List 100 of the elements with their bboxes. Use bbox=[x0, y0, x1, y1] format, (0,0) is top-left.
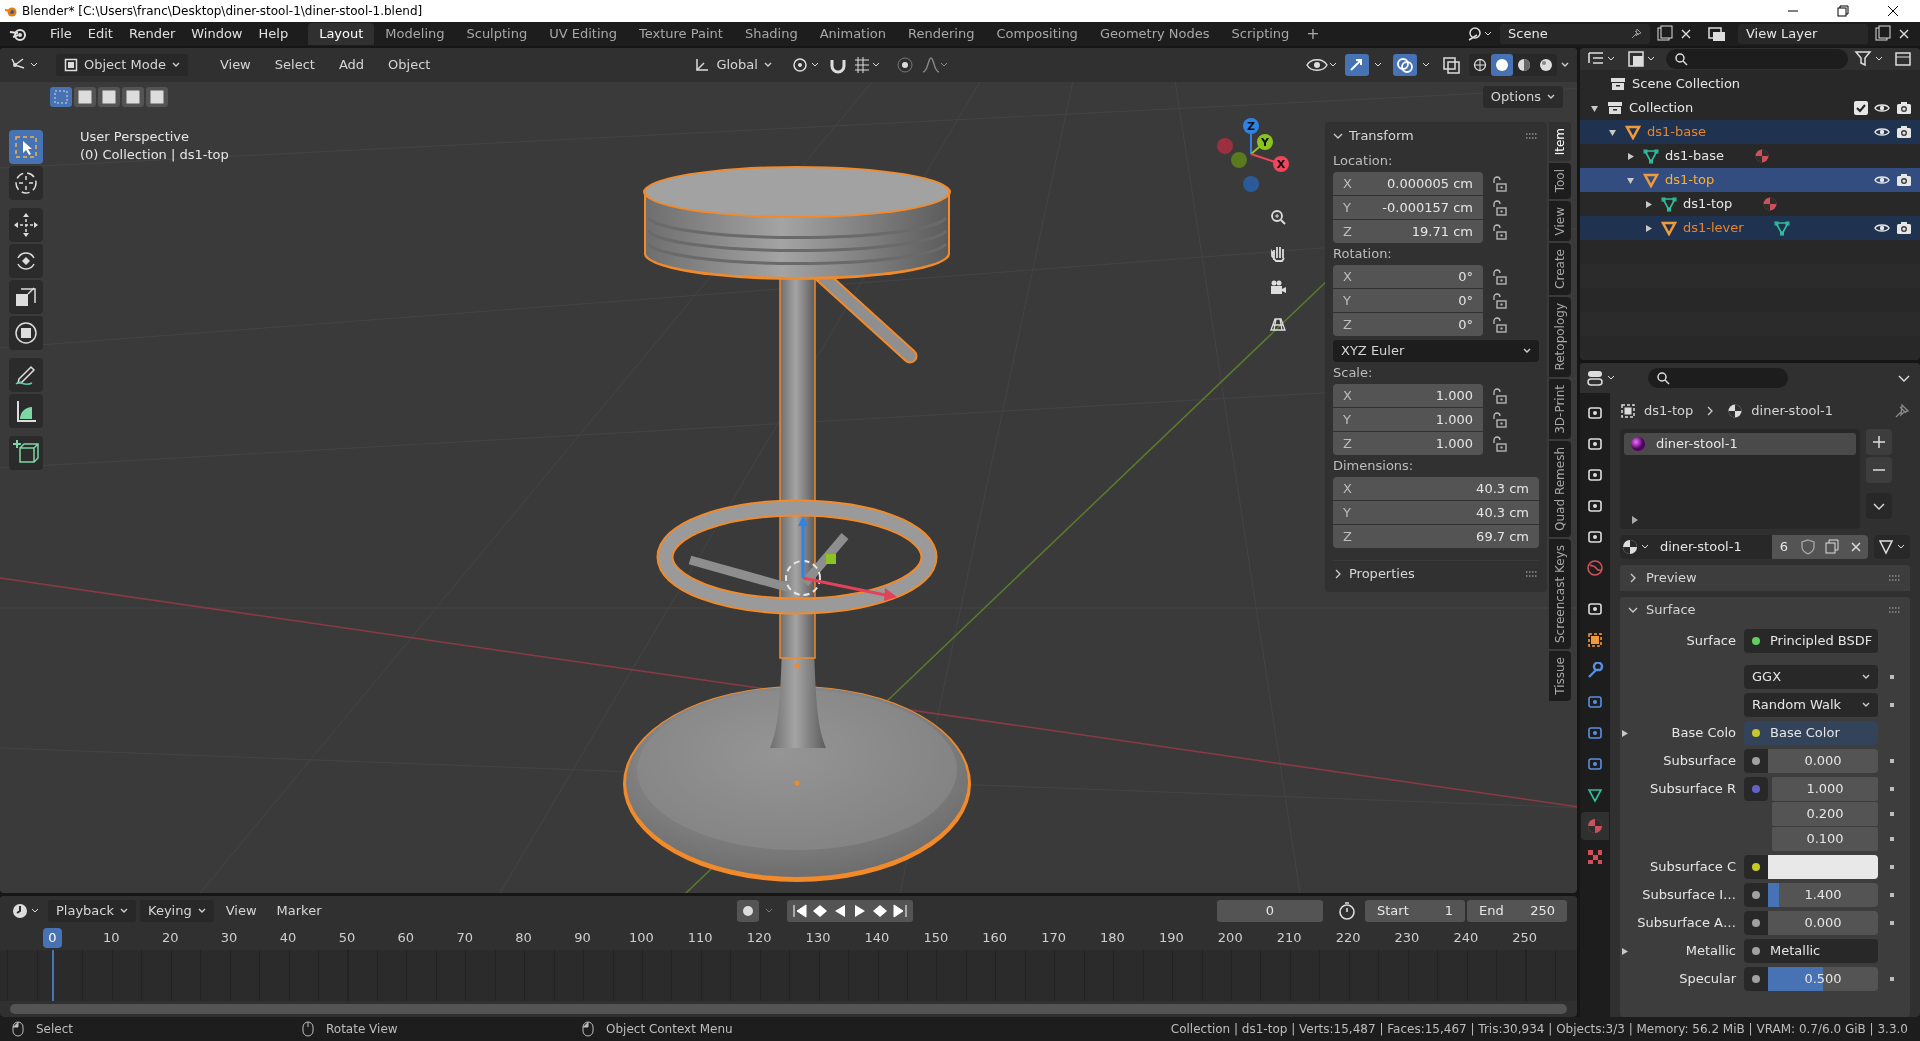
unlocked-padlock-icon[interactable] bbox=[1491, 387, 1507, 404]
number-field[interactable]: Z 19.71 cm bbox=[1333, 220, 1483, 243]
new-scene-icon[interactable] bbox=[1654, 24, 1676, 44]
number-field[interactable]: 0.000 bbox=[1768, 911, 1878, 935]
menu-item[interactable]: Help bbox=[250, 23, 297, 45]
scrollbar[interactable] bbox=[10, 1004, 1567, 1014]
new-layer-icon[interactable] bbox=[1872, 24, 1894, 44]
unlocked-padlock-icon[interactable] bbox=[1491, 268, 1507, 285]
current-frame-field[interactable]: 0 bbox=[1217, 900, 1323, 922]
sidebar-tab[interactable]: Retopology bbox=[1549, 297, 1571, 377]
number-field[interactable]: Y 1.000 bbox=[1333, 408, 1483, 431]
scene-field[interactable]: Scene bbox=[1500, 24, 1650, 44]
dropdown[interactable]: GGX bbox=[1744, 665, 1878, 689]
sidebar-tab[interactable]: Tissue bbox=[1549, 651, 1571, 702]
menu-dropdown[interactable]: Keying bbox=[140, 900, 214, 922]
add-slot-icon[interactable] bbox=[1866, 429, 1892, 455]
number-field[interactable]: X 40.3 cm bbox=[1333, 477, 1539, 500]
sidebar-tab[interactable]: Screencast Keys bbox=[1549, 539, 1571, 650]
object-mode-dropdown[interactable]: Object Mode bbox=[56, 54, 188, 76]
mesh-link-dropdown-icon[interactable] bbox=[1874, 535, 1910, 559]
tool-button[interactable] bbox=[9, 394, 43, 428]
number-field[interactable]: X 1.000 bbox=[1333, 384, 1483, 407]
sidebar-tab[interactable]: Quad Remesh bbox=[1549, 441, 1571, 538]
node-link-field[interactable]: Base Color bbox=[1744, 721, 1878, 745]
end-frame-field[interactable]: End 250 bbox=[1467, 900, 1567, 922]
eye-icon[interactable] bbox=[1874, 222, 1890, 234]
mesh-triangle-icon[interactable] bbox=[1661, 196, 1677, 212]
tree-item-label[interactable]: Scene Collection bbox=[1632, 74, 1741, 94]
unlocked-padlock-icon[interactable] bbox=[1491, 292, 1507, 309]
collapsed-triangle-icon[interactable] bbox=[1644, 223, 1653, 233]
selection-mode-button[interactable] bbox=[98, 87, 120, 107]
dropdown[interactable]: Random Walk bbox=[1744, 693, 1878, 717]
panel-header[interactable]: Transform bbox=[1333, 126, 1519, 146]
tool-button[interactable] bbox=[9, 166, 43, 200]
options-dropdown[interactable]: Options bbox=[1482, 86, 1563, 108]
tool-button[interactable] bbox=[9, 316, 43, 350]
collapsed-triangle-icon[interactable] bbox=[1626, 151, 1635, 161]
material-sphere-icon[interactable] bbox=[1754, 148, 1770, 164]
panel-header[interactable]: Properties bbox=[1333, 563, 1519, 584]
add-workspace-button[interactable]: + bbox=[1300, 22, 1326, 46]
eye-icon[interactable] bbox=[1874, 174, 1890, 186]
slider-field[interactable]: 1.400 bbox=[1768, 883, 1878, 907]
move-gizmo-drawing[interactable] bbox=[798, 516, 897, 601]
number-field[interactable]: Y -0.000157 cm bbox=[1333, 196, 1483, 219]
orientation-dropdown[interactable]: Global bbox=[688, 54, 778, 76]
material-sphere-icon[interactable] bbox=[1762, 196, 1779, 212]
jump-start-icon[interactable] bbox=[791, 902, 810, 920]
tool-button[interactable] bbox=[9, 358, 43, 392]
axis-ball[interactable]: Z bbox=[1243, 118, 1259, 134]
slider-field[interactable]: 0.500 bbox=[1768, 967, 1878, 991]
pin-icon[interactable] bbox=[1630, 28, 1642, 40]
tree-item-label[interactable]: ds1-base bbox=[1647, 122, 1706, 142]
menu-item[interactable]: View bbox=[209, 54, 261, 76]
tool-button[interactable] bbox=[9, 130, 43, 164]
selection-mode-button[interactable] bbox=[122, 87, 144, 107]
remove-slot-icon[interactable] bbox=[1866, 457, 1892, 483]
tree-item-label[interactable]: ds1-top bbox=[1683, 194, 1733, 214]
node-link-field[interactable]: Principled BSDF bbox=[1744, 629, 1878, 653]
tree-item-label[interactable]: ds1-lever bbox=[1683, 218, 1744, 238]
unlocked-padlock-icon[interactable] bbox=[1491, 411, 1507, 428]
number-field[interactable]: 0.200 bbox=[1772, 802, 1878, 826]
workspace-tab[interactable]: Sculpting bbox=[455, 23, 539, 45]
workspace-tab[interactable]: Geometry Nodes bbox=[1088, 23, 1221, 45]
material-selector[interactable]: diner-stool-1 6 bbox=[1620, 535, 1868, 559]
expanded-triangle-icon[interactable] bbox=[1626, 175, 1635, 185]
expanded-triangle-icon[interactable] bbox=[1590, 103, 1599, 113]
list-expand-triangle-icon[interactable] bbox=[1630, 515, 1640, 525]
tool-button[interactable] bbox=[9, 244, 43, 278]
collapsed-triangle-icon[interactable] bbox=[1620, 946, 1629, 956]
selection-mode-button[interactable] bbox=[146, 87, 168, 107]
rotation-mode-dropdown[interactable]: XYZ Euler bbox=[1333, 340, 1539, 362]
search-field[interactable] bbox=[1648, 368, 1788, 388]
eye-icon[interactable] bbox=[1874, 102, 1890, 114]
menu-dropdown[interactable]: Playback bbox=[48, 900, 136, 922]
unlocked-padlock-icon[interactable] bbox=[1491, 316, 1507, 333]
tree-item-label[interactable]: Collection bbox=[1629, 98, 1694, 118]
slot-menu-chevron-icon[interactable] bbox=[1866, 493, 1892, 519]
eye-icon[interactable] bbox=[1874, 126, 1890, 138]
number-field[interactable]: 0.000 bbox=[1768, 749, 1878, 773]
material-slot[interactable]: diner-stool-1 bbox=[1624, 433, 1856, 455]
menu-item[interactable]: Marker bbox=[268, 900, 330, 922]
collapsed-triangle-icon[interactable] bbox=[1644, 199, 1653, 209]
new-collection-icon[interactable] bbox=[1894, 49, 1914, 69]
camera-icon[interactable] bbox=[1896, 173, 1912, 187]
workspace-tab[interactable]: Modeling bbox=[374, 23, 456, 45]
number-field[interactable]: Y 0° bbox=[1333, 289, 1483, 312]
menu-item[interactable]: File bbox=[42, 23, 80, 45]
tree-item-label[interactable]: ds1-base bbox=[1665, 146, 1724, 166]
drag-handle-icon[interactable] bbox=[1525, 132, 1539, 140]
camera-icon[interactable] bbox=[1896, 101, 1912, 115]
number-field[interactable]: X 0° bbox=[1333, 265, 1483, 288]
workspace-tab[interactable]: Compositing bbox=[985, 23, 1089, 45]
workspace-tab[interactable]: Shading bbox=[733, 23, 809, 45]
tool-button[interactable] bbox=[9, 280, 43, 314]
number-field[interactable]: 0.100 bbox=[1772, 827, 1878, 851]
pin-icon[interactable] bbox=[1894, 403, 1910, 419]
unlink-icon[interactable] bbox=[1844, 535, 1868, 559]
workspace-tab[interactable]: UV Editing bbox=[538, 23, 628, 45]
unlocked-padlock-icon[interactable] bbox=[1491, 175, 1507, 192]
number-field[interactable]: Z 0° bbox=[1333, 313, 1483, 336]
